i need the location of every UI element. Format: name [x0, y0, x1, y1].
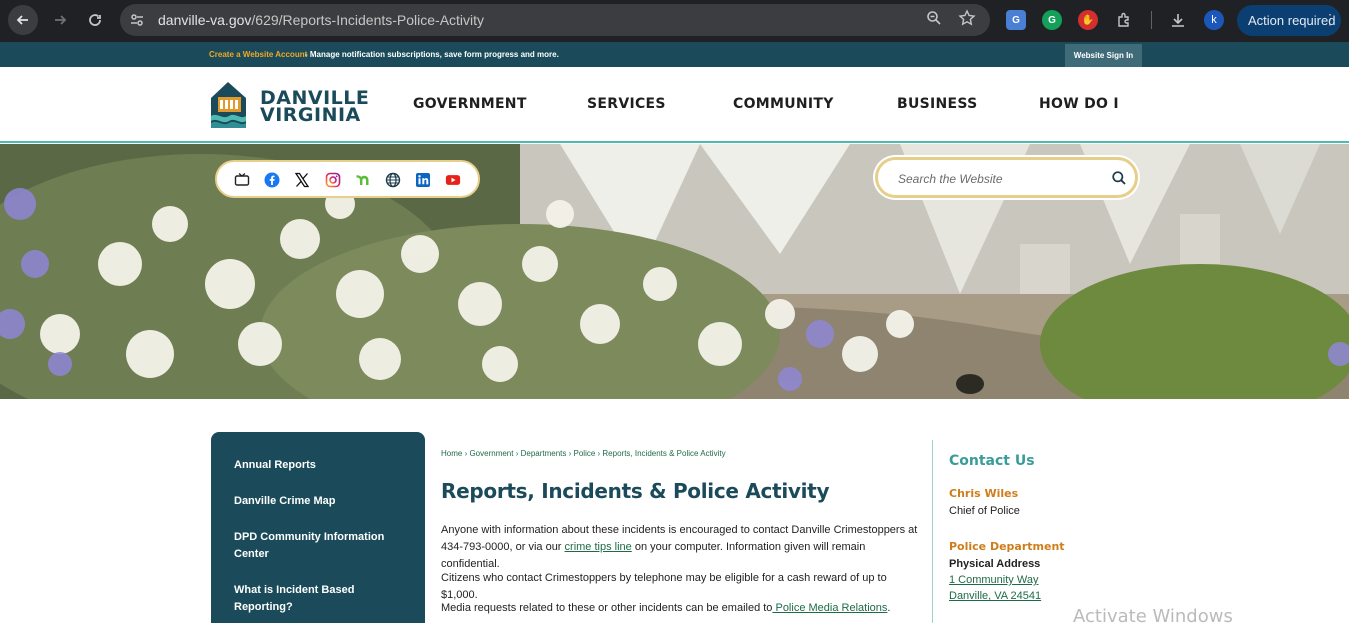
more-menu-icon[interactable]: ⋮: [1323, 11, 1337, 28]
social-media-bar: [215, 160, 480, 198]
address-bar[interactable]: danville-va.gov/629/Reports-Incidents-Po…: [120, 4, 990, 36]
breadcrumb-home[interactable]: Home: [441, 449, 462, 458]
grammarly-icon[interactable]: G: [1042, 10, 1062, 30]
globe-icon[interactable]: [385, 172, 401, 188]
hero-banner: [0, 144, 1349, 399]
action-required-button[interactable]: Action required ⋮: [1237, 5, 1341, 36]
contact-role: Chief of Police: [949, 505, 1020, 517]
back-button[interactable]: [8, 5, 38, 35]
sidebar-item-community-info-center[interactable]: DPD Community Information Center: [234, 529, 404, 563]
sidebar-item-annual-reports[interactable]: Annual Reports: [234, 457, 404, 474]
p3-text-before: Media requests related to these or other…: [441, 602, 773, 614]
arrow-left-icon: [16, 15, 28, 25]
activate-windows-watermark: Activate Windows: [1073, 606, 1233, 623]
search-icon[interactable]: [1111, 170, 1127, 186]
url-text[interactable]: danville-va.gov/629/Reports-Incidents-Po…: [158, 12, 484, 28]
toolbar-divider: [1151, 11, 1152, 29]
address-line-2[interactable]: Danville, VA 24541: [949, 590, 1041, 602]
cash-reward-paragraph: Citizens who contact Crimestoppers by te…: [441, 572, 887, 601]
crime-tips-link[interactable]: crime tips line: [565, 541, 632, 553]
city-building-logo-icon: [211, 82, 246, 128]
download-icon[interactable]: [1168, 10, 1188, 30]
facebook-icon[interactable]: [264, 172, 280, 188]
website-sign-in-button[interactable]: Website Sign In: [1065, 44, 1142, 67]
x-twitter-icon[interactable]: [294, 172, 310, 188]
logo-wordmark: DANVILLE VIRGINIA: [260, 89, 369, 126]
bookmark-star-icon[interactable]: [958, 9, 976, 32]
police-media-relations-link[interactable]: Police Media Relations: [772, 602, 887, 614]
reload-button[interactable]: [80, 5, 110, 35]
page-title: Reports, Incidents & Police Activity: [441, 479, 830, 503]
site-search: [875, 157, 1138, 198]
logo-line-2: VIRGINIA: [260, 104, 361, 126]
address-label: Physical Address: [949, 558, 1041, 570]
url-host: danville-va.gov: [158, 12, 252, 28]
site-settings-icon[interactable]: [129, 12, 145, 28]
breadcrumb-government[interactable]: Government: [469, 449, 513, 458]
utility-bar: Create a Website Account - Manage notifi…: [0, 42, 1349, 67]
content-divider: [932, 440, 933, 623]
breadcrumb: Home › Government › Departments › Police…: [441, 449, 726, 458]
section-sidebar: Annual Reports Danville Crime Map DPD Co…: [211, 432, 425, 623]
linkedin-icon[interactable]: [415, 172, 431, 188]
arrow-right-icon: [55, 15, 67, 25]
danville-logo[interactable]: DANVILLE VIRGINIA: [210, 80, 369, 130]
flowers-bridge-photo: [0, 144, 1349, 399]
instagram-icon[interactable]: [325, 172, 341, 188]
tv-icon[interactable]: [234, 172, 250, 188]
url-path: /629/Reports-Incidents-Police-Activity: [251, 12, 485, 28]
nav-how-do-i[interactable]: HOW DO I: [1039, 96, 1119, 112]
forward-button[interactable]: [45, 5, 75, 35]
contact-department: Police Department: [949, 540, 1065, 553]
nav-community[interactable]: COMMUNITY: [733, 96, 834, 112]
crimestoppers-paragraph: Anyone with information about these inci…: [441, 522, 921, 573]
profile-avatar[interactable]: k: [1204, 10, 1224, 30]
youtube-icon[interactable]: [445, 172, 461, 188]
site-header: DANVILLE VIRGINIA GOVERNMENT SERVICES CO…: [0, 67, 1349, 143]
google-translate-icon[interactable]: G: [1006, 10, 1026, 30]
nav-government[interactable]: GOVERNMENT: [413, 96, 527, 112]
breadcrumb-departments[interactable]: Departments: [521, 449, 567, 458]
p3-text-after: .: [887, 602, 891, 614]
browser-toolbar: danville-va.gov/629/Reports-Incidents-Po…: [0, 0, 1349, 42]
manage-notifications-text: - Manage notification subscriptions, sav…: [305, 50, 559, 59]
breadcrumb-police[interactable]: Police: [574, 449, 596, 458]
breadcrumb-current[interactable]: Reports, Incidents & Police Activity: [602, 449, 725, 458]
reload-icon: [89, 14, 101, 26]
extensions-puzzle-icon[interactable]: [1114, 10, 1134, 30]
search-input[interactable]: [898, 171, 1103, 187]
address-line-1[interactable]: 1 Community Way: [949, 574, 1038, 586]
media-requests-paragraph: Media requests related to these or other…: [441, 600, 921, 617]
contact-name: Chris Wiles: [949, 487, 1019, 500]
sidebar-item-crime-map[interactable]: Danville Crime Map: [234, 493, 404, 510]
nav-services[interactable]: SERVICES: [587, 96, 666, 112]
create-account-link[interactable]: Create a Website Account: [209, 50, 307, 59]
contact-us-heading: Contact Us: [949, 453, 1035, 469]
zoom-icon[interactable]: [926, 10, 942, 30]
sidebar-item-incident-based-reporting[interactable]: What is Incident Based Reporting?: [234, 582, 404, 616]
nav-business[interactable]: BUSINESS: [897, 96, 978, 112]
nextdoor-icon[interactable]: [355, 172, 371, 188]
adblock-hand-icon[interactable]: ✋: [1078, 10, 1098, 30]
